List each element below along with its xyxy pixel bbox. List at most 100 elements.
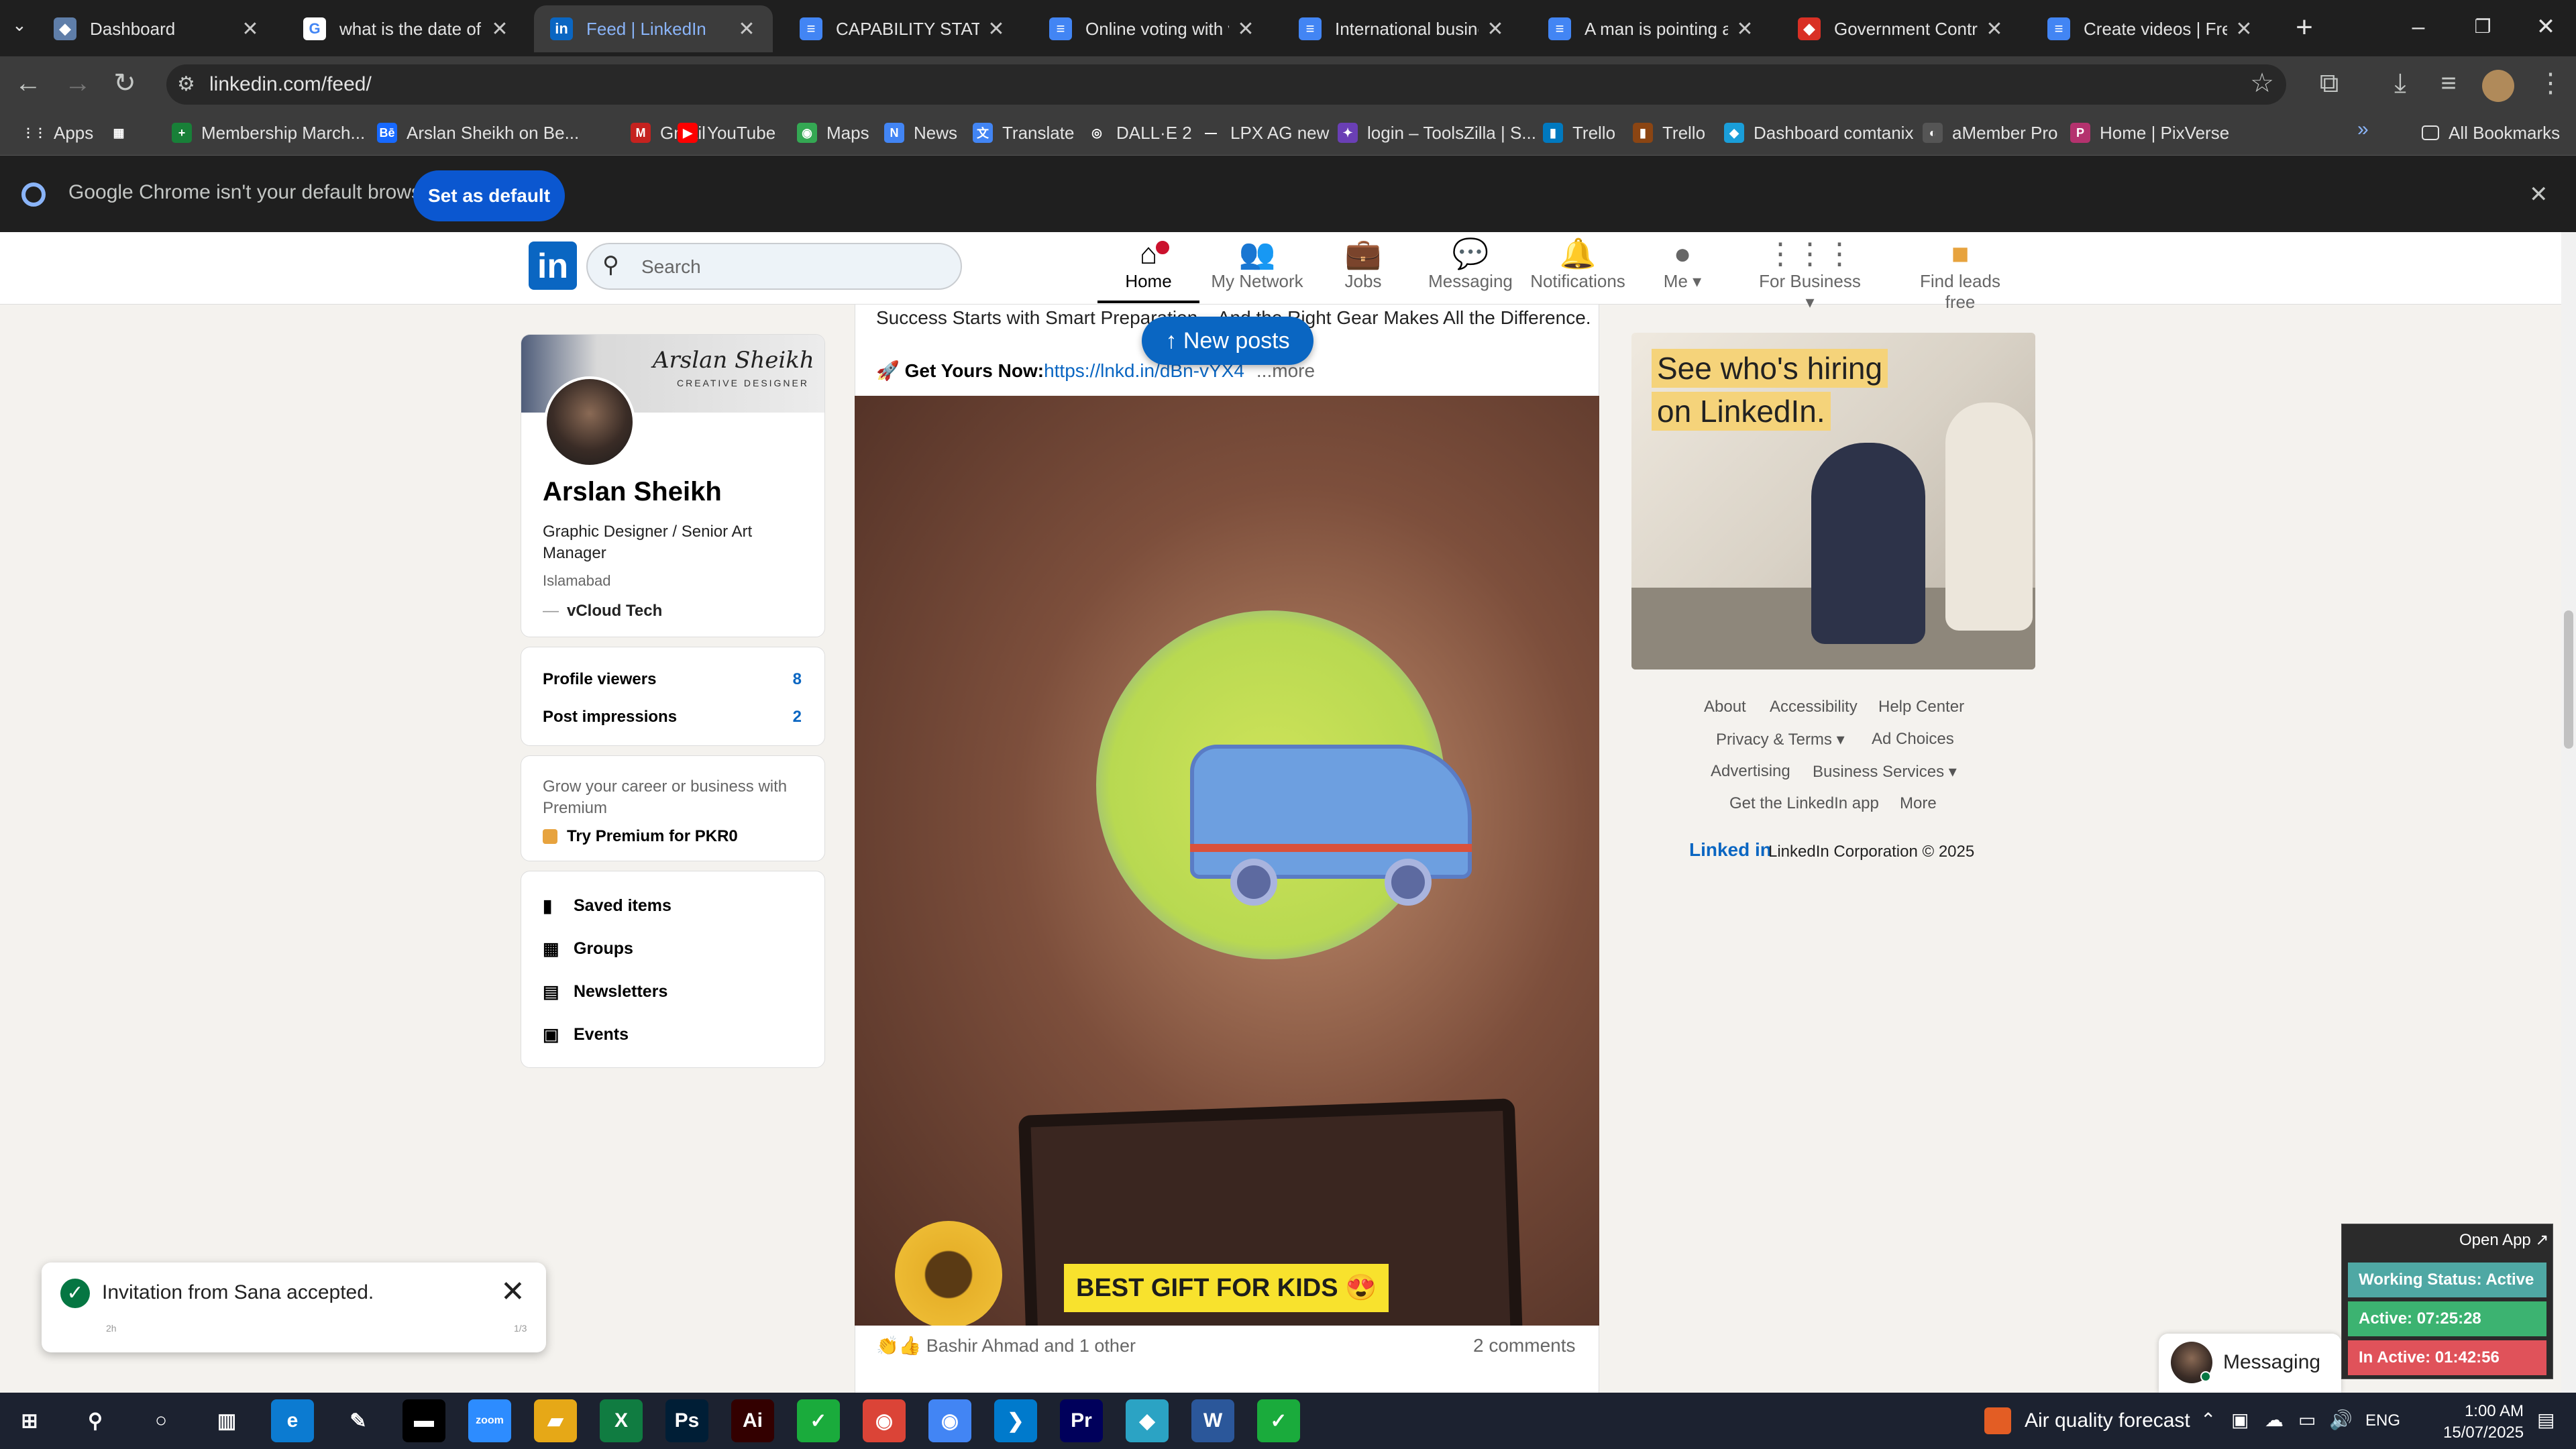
- language-indicator[interactable]: ENG: [2365, 1411, 2400, 1430]
- tab-close-icon[interactable]: ✕: [1236, 17, 1256, 41]
- browser-tab[interactable]: ≡ CAPABILITY STATEME ✕: [784, 5, 1022, 52]
- address-bar[interactable]: [166, 64, 2286, 105]
- footer-business-services[interactable]: Business Services ▾: [1813, 762, 1957, 782]
- bookmark-item[interactable]: N News: [884, 110, 957, 156]
- events-link[interactable]: ▣ Events: [543, 1024, 629, 1045]
- browser-tab[interactable]: ≡ A man is pointing at ✕: [1532, 5, 1771, 52]
- tray-chevron-icon[interactable]: ⌃: [2200, 1409, 2216, 1431]
- cortana-icon[interactable]: ○: [140, 1399, 182, 1442]
- forward-icon[interactable]: →: [59, 64, 97, 102]
- bookmark-item[interactable]: ▮ Trello: [1633, 110, 1705, 156]
- tab-close-icon[interactable]: ✕: [1485, 17, 1505, 41]
- profile-avatar[interactable]: [544, 376, 635, 468]
- reload-icon[interactable]: ↻: [106, 64, 144, 102]
- tab-close-icon[interactable]: ✕: [490, 17, 510, 41]
- post-image[interactable]: [855, 396, 1599, 1326]
- app-diamond-icon[interactable]: ◆: [1126, 1399, 1169, 1442]
- app-green-icon[interactable]: ✓: [797, 1399, 840, 1442]
- browser-tab[interactable]: ≡ International busines ✕: [1283, 5, 1521, 52]
- bookmark-item[interactable]: Bē Arslan Sheikh on Be...: [377, 110, 579, 156]
- tray-onedrive-icon[interactable]: ☁: [2265, 1409, 2284, 1431]
- download-icon[interactable]: ⤓: [2381, 64, 2419, 102]
- reactions-summary[interactable]: 👏👍 Bashir Ahmad and 1 other: [876, 1335, 1136, 1356]
- nav-notifications[interactable]: 🔔 Notifications: [1524, 237, 1631, 292]
- bookmark-item[interactable]: ◉ Maps: [797, 110, 869, 156]
- close-window-button[interactable]: ✕: [2516, 0, 2576, 54]
- taskbar-clock[interactable]: 1:00 AM 15/07/2025: [2443, 1401, 2524, 1444]
- tab-search-icon[interactable]: ⌄: [12, 15, 27, 36]
- toast-close-icon[interactable]: ✕: [500, 1275, 525, 1309]
- browser-tab[interactable]: ◆ Government Contrac ✕: [1782, 5, 2021, 52]
- zoom-icon[interactable]: zoom: [468, 1399, 511, 1442]
- nav-messaging[interactable]: 💬 Messaging: [1417, 237, 1524, 292]
- new-posts-button[interactable]: ↑ New posts: [1142, 317, 1313, 365]
- tab-close-icon[interactable]: ✕: [986, 17, 1006, 41]
- tab-close-icon[interactable]: ✕: [2234, 17, 2254, 41]
- footer-privacy[interactable]: Privacy & Terms ▾: [1716, 730, 1845, 749]
- footer-about[interactable]: About: [1704, 698, 1746, 716]
- tray-meet-icon[interactable]: ▣: [2231, 1409, 2249, 1431]
- nav-home[interactable]: ⌂ Home: [1095, 237, 1202, 292]
- chrome-active-icon[interactable]: ◉: [928, 1399, 971, 1442]
- extensions-icon[interactable]: ⧉: [2310, 64, 2348, 102]
- bookmark-item[interactable]: + Membership March...: [172, 110, 365, 156]
- chrome-icon[interactable]: ◉: [863, 1399, 906, 1442]
- bookmark-item[interactable]: ✦ login – ToolsZilla | S...: [1338, 110, 1536, 156]
- back-icon[interactable]: ←: [9, 64, 47, 102]
- premium-card[interactable]: Grow your career or business with Premiu…: [521, 755, 825, 861]
- minimize-button[interactable]: –: [2388, 0, 2449, 54]
- scrollbar-thumb[interactable]: [2564, 610, 2573, 749]
- bookmark-item[interactable]: ◎ DALL·E 2: [1087, 110, 1192, 156]
- footer-get-app[interactable]: Get the LinkedIn app: [1729, 794, 1879, 813]
- new-tab-button[interactable]: +: [2288, 12, 2321, 46]
- tray-volume-icon[interactable]: 🔊: [2329, 1409, 2353, 1431]
- vscode-icon[interactable]: ❯: [994, 1399, 1037, 1442]
- profile-company[interactable]: — vCloud Tech: [543, 602, 662, 621]
- infobar-close-icon[interactable]: ✕: [2529, 181, 2548, 208]
- footer-accessibility[interactable]: Accessibility: [1770, 698, 1858, 716]
- premiere-icon[interactable]: Pr: [1060, 1399, 1103, 1442]
- word-icon[interactable]: W: [1191, 1399, 1234, 1442]
- newsletters-link[interactable]: ▤ Newsletters: [543, 981, 667, 1002]
- explorer-icon[interactable]: ▰: [534, 1399, 577, 1442]
- nav-find-leads[interactable]: ■ Find leads free: [1907, 237, 2014, 313]
- stat-profile-viewers[interactable]: Profile viewers 8: [543, 670, 802, 689]
- nav-jobs[interactable]: 💼 Jobs: [1309, 237, 1417, 292]
- stat-post-impressions[interactable]: Post impressions 2: [543, 708, 802, 727]
- profile-name[interactable]: Arslan Sheikh: [543, 477, 722, 507]
- bookmark-item[interactable]: ▶ YouTube: [678, 110, 775, 156]
- excel-icon[interactable]: X: [600, 1399, 643, 1442]
- site-info-icon[interactable]: ⚙: [177, 72, 195, 96]
- browser-tab[interactable]: ◆ Dashboard ✕: [38, 5, 276, 52]
- bookmark-item[interactable]: ▦: [109, 110, 138, 156]
- tab-close-icon[interactable]: ✕: [1735, 17, 1755, 41]
- air-quality-text[interactable]: Air quality forecast: [2025, 1406, 2190, 1436]
- illustrator-icon[interactable]: Ai: [731, 1399, 774, 1442]
- try-premium-link[interactable]: Try Premium for PKR0: [543, 827, 738, 846]
- saved-items-link[interactable]: ▮ Saved items: [543, 896, 672, 916]
- url-text[interactable]: linkedin.com/feed/: [209, 70, 372, 99]
- nav-for-business[interactable]: ⋮⋮⋮ For Business ▾: [1756, 237, 1864, 313]
- page-scrollbar[interactable]: [2561, 232, 2576, 1393]
- footer-advertising[interactable]: Advertising: [1711, 762, 1790, 781]
- browser-tab[interactable]: in Feed | LinkedIn ✕: [534, 5, 773, 52]
- search-icon[interactable]: ⚲: [74, 1399, 117, 1442]
- all-bookmarks[interactable]: All Bookmarks: [2422, 110, 2560, 156]
- action-center-icon[interactable]: ▤: [2537, 1409, 2555, 1431]
- set-default-button[interactable]: Set as default: [413, 170, 565, 221]
- browser-tab[interactable]: ≡ Create videos | Freep ✕: [2031, 5, 2270, 52]
- task-view-icon[interactable]: ▥: [205, 1399, 248, 1442]
- profile-avatar[interactable]: [2482, 70, 2514, 102]
- bookmark-item[interactable]: ◐ aMember Pro: [1923, 110, 2058, 156]
- edge-icon[interactable]: e: [271, 1399, 314, 1442]
- media-control-icon[interactable]: ≡: [2430, 64, 2467, 102]
- tab-close-icon[interactable]: ✕: [737, 17, 757, 41]
- browser-tab[interactable]: Gwhat is the date of bi ✕: [287, 5, 526, 52]
- comments-count[interactable]: 2 comments: [1473, 1335, 1576, 1356]
- terminal-icon[interactable]: ▬: [402, 1399, 445, 1442]
- more-bookmarks-icon[interactable]: »: [2357, 118, 2369, 141]
- footer-ad-choices[interactable]: Ad Choices: [1872, 730, 1954, 749]
- linkedin-logo-icon[interactable]: in: [529, 241, 577, 290]
- tray-network-icon[interactable]: ▭: [2298, 1409, 2316, 1431]
- chrome-menu-icon[interactable]: ⋮: [2532, 64, 2569, 102]
